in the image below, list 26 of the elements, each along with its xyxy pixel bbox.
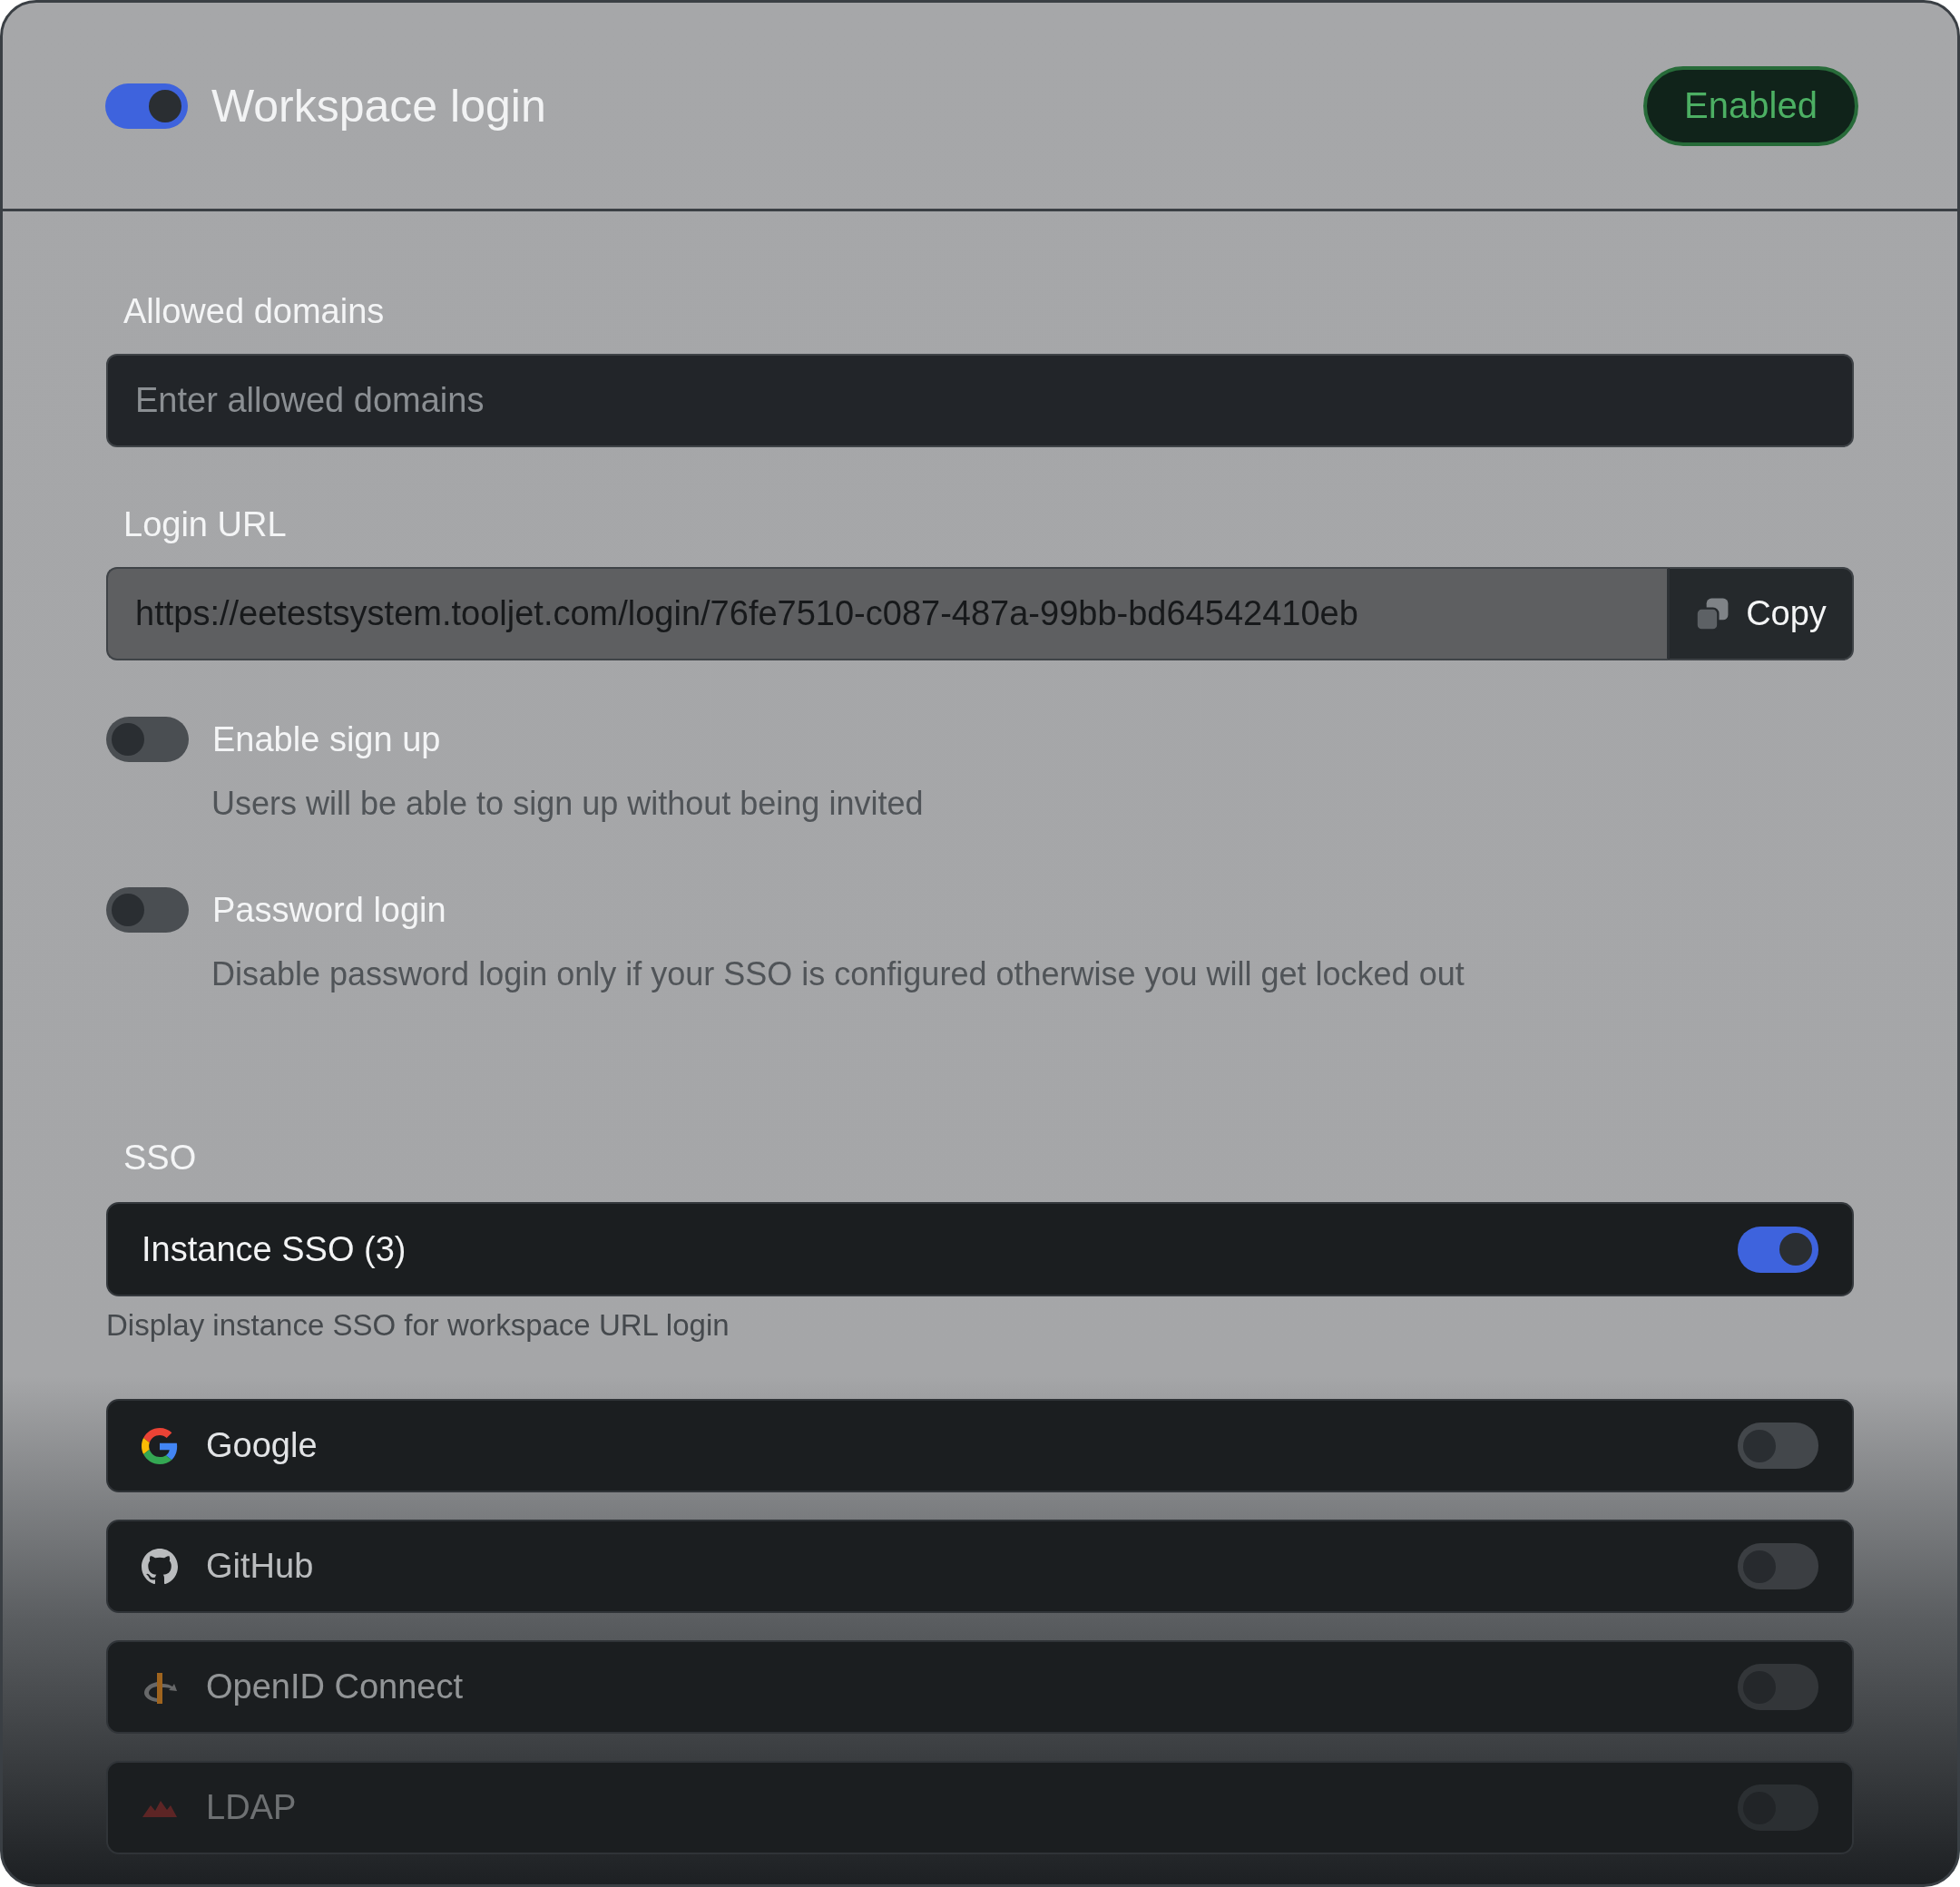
field-label: Login URL [123, 504, 288, 545]
provider-name: Google [206, 1426, 318, 1465]
provider-name: OpenID Connect [206, 1667, 464, 1706]
google-logo-icon [142, 1427, 178, 1464]
section-heading: SSO [123, 1138, 198, 1178]
copy-icon [1695, 596, 1730, 631]
toggle-switch[interactable] [1738, 1664, 1818, 1710]
option-hint: Users will be able to sign up without being invited [211, 784, 925, 824]
option-label: Enable sign up [212, 719, 441, 760]
option-label: Password login [212, 890, 446, 931]
toggle-switch[interactable] [105, 83, 188, 129]
status-badge: Enabled [1643, 65, 1858, 146]
provider-name: LDAP [206, 1788, 297, 1827]
field-label: Allowed domains [123, 291, 386, 332]
toggle-switch[interactable] [106, 887, 189, 933]
toggle-switch[interactable] [1738, 1226, 1818, 1273]
setting-hint: Display instance SSO for workspace URL login [106, 1307, 730, 1344]
setting-label: Instance SSO (3) [142, 1229, 407, 1269]
toggle-switch[interactable] [1738, 1543, 1818, 1589]
page-title: Workspace login [211, 79, 546, 133]
option-hint: Disable password login only if your SSO is configured otherwise you will get locked out [211, 954, 1465, 994]
toggle-switch[interactable] [106, 717, 189, 762]
provider-name: GitHub [206, 1547, 314, 1586]
github-logo-icon [142, 1548, 178, 1585]
toggle-switch[interactable] [1738, 1423, 1818, 1469]
domains-input[interactable]: Enter allowed domains [106, 354, 1854, 447]
